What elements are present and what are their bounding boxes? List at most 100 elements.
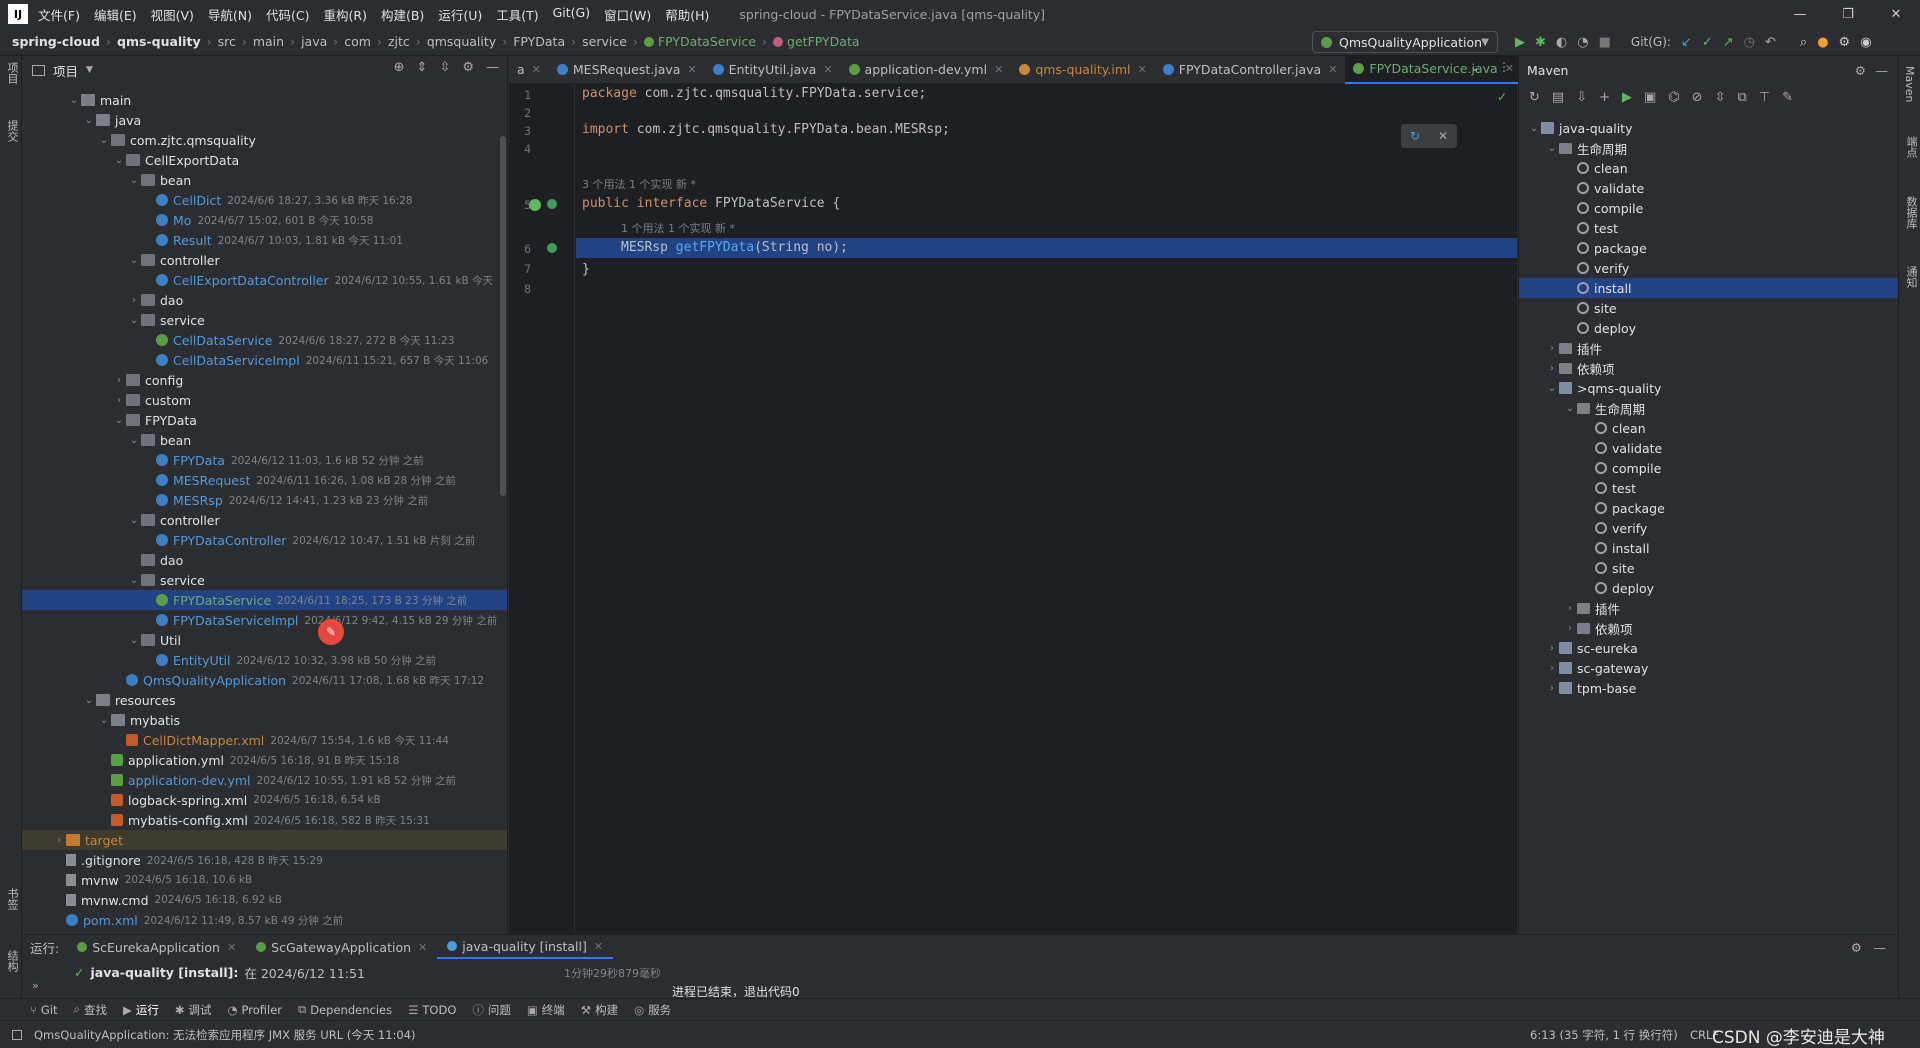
tabs-more-icon[interactable]: ⌄ [1470, 60, 1480, 74]
breadcrumb-item[interactable]: com [344, 34, 371, 49]
search-icon[interactable]: ⌕ [1800, 35, 1807, 50]
update-icon[interactable]: ● [1817, 35, 1828, 50]
profile-icon[interactable]: ◔ [1577, 35, 1588, 50]
tree-row[interactable]: FPYData 2024/6/12 11:03, 1.6 kB 52 分钟 之前 [142, 450, 424, 470]
menu-item[interactable]: 文件(F) [38, 5, 80, 24]
tree-row[interactable]: .gitignore 2024/6/5 16:18, 428 B 昨天 15:29 [52, 850, 323, 870]
status-message[interactable]: QmsQualityApplication: 无法检索应用程序 JMX 服务 U… [34, 1027, 416, 1043]
tool-window-button[interactable]: ⚒ 构建 [581, 1002, 618, 1018]
close-icon[interactable]: ✕ [994, 63, 1003, 76]
chevron-down-icon[interactable]: ⌄ [127, 515, 141, 526]
floating-action-icon[interactable]: ✎ [318, 619, 344, 645]
menu-item[interactable]: 工具(T) [496, 5, 538, 24]
close-icon[interactable]: ✕ [1328, 63, 1337, 76]
tree-row[interactable]: ⌄ service [127, 570, 205, 590]
maven-row[interactable]: site [1581, 558, 1635, 578]
tree-row[interactable]: ⌄ resources [82, 690, 176, 710]
maven-row[interactable]: install [1581, 538, 1649, 558]
run-configuration-select[interactable]: QmsQualityApplication ▼ [1312, 31, 1498, 53]
tree-row[interactable]: ⌄ controller [127, 510, 220, 530]
tree-scrollbar[interactable] [500, 136, 506, 496]
chevron-right-icon[interactable]: › [1563, 623, 1577, 634]
editor-tab[interactable]: FPYDataController.java ✕ [1155, 56, 1346, 84]
gutter-implemented-icon[interactable] [529, 199, 541, 211]
breadcrumb-item[interactable]: main [253, 34, 284, 49]
wrench-icon[interactable]: ✎ [1782, 90, 1793, 105]
editor-tab[interactable]: application-dev.yml ✕ [841, 56, 1012, 84]
tree-row[interactable]: Result 2024/6/7 10:03, 1.81 kB 今天 11:01 [142, 230, 403, 250]
tabs-menu-icon[interactable]: ⋮ [1498, 60, 1510, 74]
maven-row[interactable]: clean [1581, 418, 1646, 438]
close-icon[interactable]: ✕ [1438, 129, 1448, 143]
menu-item[interactable]: 构建(B) [381, 5, 424, 24]
commit-tool-button[interactable]: 提交 [4, 120, 20, 142]
menu-item[interactable]: 窗口(W) [604, 5, 651, 24]
locate-icon[interactable]: ⊕ [394, 60, 405, 75]
gear-icon[interactable]: ⚙ [1855, 63, 1866, 78]
run-tab[interactable]: java-quality [install] ✕ [437, 935, 614, 959]
chevron-right-icon[interactable]: › [1545, 663, 1559, 674]
maven-row[interactable]: verify [1563, 258, 1629, 278]
tree-row[interactable]: ⌄ main [67, 90, 131, 110]
git-update-icon[interactable]: ↙ [1681, 35, 1692, 50]
chevron-down-icon[interactable]: ⌄ [82, 695, 96, 706]
breadcrumb-item[interactable]: service [582, 34, 627, 49]
maven-row[interactable]: › 依赖项 [1545, 358, 1615, 378]
maven-row[interactable]: deploy [1581, 578, 1654, 598]
tool-window-button[interactable]: ⓘ 问题 [472, 1002, 511, 1018]
chevron-down-icon[interactable]: ⌄ [82, 115, 96, 126]
toggle-offline-icon[interactable]: ▣ [1644, 90, 1656, 105]
chevron-down-icon[interactable]: ⌄ [127, 635, 141, 646]
editor-tab[interactable]: EntityUtil.java ✕ [705, 56, 841, 84]
reload-maven-popup[interactable]: ↻ ✕ [1401, 124, 1457, 148]
chevron-down-icon[interactable]: ⌄ [97, 715, 111, 726]
close-icon[interactable]: ✕ [594, 940, 603, 953]
menu-item[interactable]: 导航(N) [208, 5, 252, 24]
maven-row[interactable]: ⌄ 生命周期 [1545, 138, 1627, 158]
tree-row[interactable]: application-dev.yml 2024/6/12 10:55, 1.91… [97, 770, 456, 790]
tool-window-button[interactable]: ☰ TODO [408, 1003, 456, 1017]
tree-row[interactable]: FPYDataController 2024/6/12 10:47, 1.51 k… [142, 530, 475, 550]
chevron-right-icon[interactable]: › [112, 375, 126, 386]
tool-window-button[interactable]: ◎ 服务 [634, 1002, 671, 1018]
minimize-button[interactable]: — [1776, 0, 1824, 28]
download-icon[interactable]: ⇩ [1576, 90, 1587, 105]
tree-row[interactable]: ⌄ com.zjtc.qmsquality [97, 130, 256, 150]
tree-row[interactable]: › config [112, 370, 183, 390]
maven-row[interactable]: package [1563, 238, 1647, 258]
close-button[interactable]: ✕ [1872, 0, 1920, 28]
show-diagram-icon[interactable]: ⊤ [1759, 90, 1770, 105]
run-task-row[interactable]: ✓ java-quality [install]: 在 2024/6/12 11… [74, 963, 365, 982]
maven-row[interactable]: › sc-eureka [1545, 638, 1638, 658]
tree-row[interactable]: CellDataService 2024/6/6 18:27, 272 B 今天 … [142, 330, 454, 350]
chevron-right-icon[interactable]: › [1545, 643, 1559, 654]
skip-tests-icon[interactable]: ⊘ [1692, 90, 1703, 105]
expand-all-icon[interactable]: ⇕ [417, 60, 428, 75]
tree-row[interactable]: ⌄ mybatis [97, 710, 180, 730]
tree-row[interactable]: ⌄ bean [127, 430, 191, 450]
chevron-down-icon[interactable]: ⌄ [127, 315, 141, 326]
breadcrumb-item[interactable]: qmsquality [427, 34, 496, 49]
chevron-down-icon[interactable]: ⌄ [1545, 143, 1559, 154]
chevron-right-icon[interactable]: › [1563, 603, 1577, 614]
run-tab[interactable]: ScGatewayApplication ✕ [246, 935, 437, 959]
chevron-down-icon[interactable]: ⌄ [1527, 123, 1541, 134]
chevron-right-icon[interactable]: › [112, 395, 126, 406]
tree-row[interactable]: ⌄ Util [127, 630, 181, 650]
maven-row[interactable]: site [1563, 298, 1617, 318]
breadcrumb-item[interactable]: FPYDataService [643, 34, 756, 49]
execute-goal-icon[interactable]: ⌬ [1668, 90, 1679, 105]
breadcrumb-item[interactable]: src [218, 34, 236, 49]
chevron-down-icon[interactable]: ⌄ [67, 95, 81, 106]
run-icon[interactable]: ▶ [1515, 35, 1525, 50]
maven-row[interactable]: › 依赖项 [1563, 618, 1633, 638]
tree-row[interactable]: CellExportDataController 2024/6/12 10:55,… [142, 270, 493, 290]
menu-item[interactable]: 代码(C) [266, 5, 309, 24]
tree-row[interactable]: CellDictMapper.xml 2024/6/7 15:54, 1.6 kB… [112, 730, 449, 750]
structure-tool-button[interactable]: 结构 [4, 950, 20, 972]
gear-icon[interactable]: ⚙ [462, 60, 474, 75]
menu-item[interactable]: Git(G) [553, 5, 591, 24]
tool-window-button[interactable]: ◔ Profiler [227, 1003, 282, 1017]
settings-icon[interactable]: ⚙ [1839, 35, 1851, 50]
collapse-all-icon[interactable]: ⇳ [439, 60, 450, 75]
